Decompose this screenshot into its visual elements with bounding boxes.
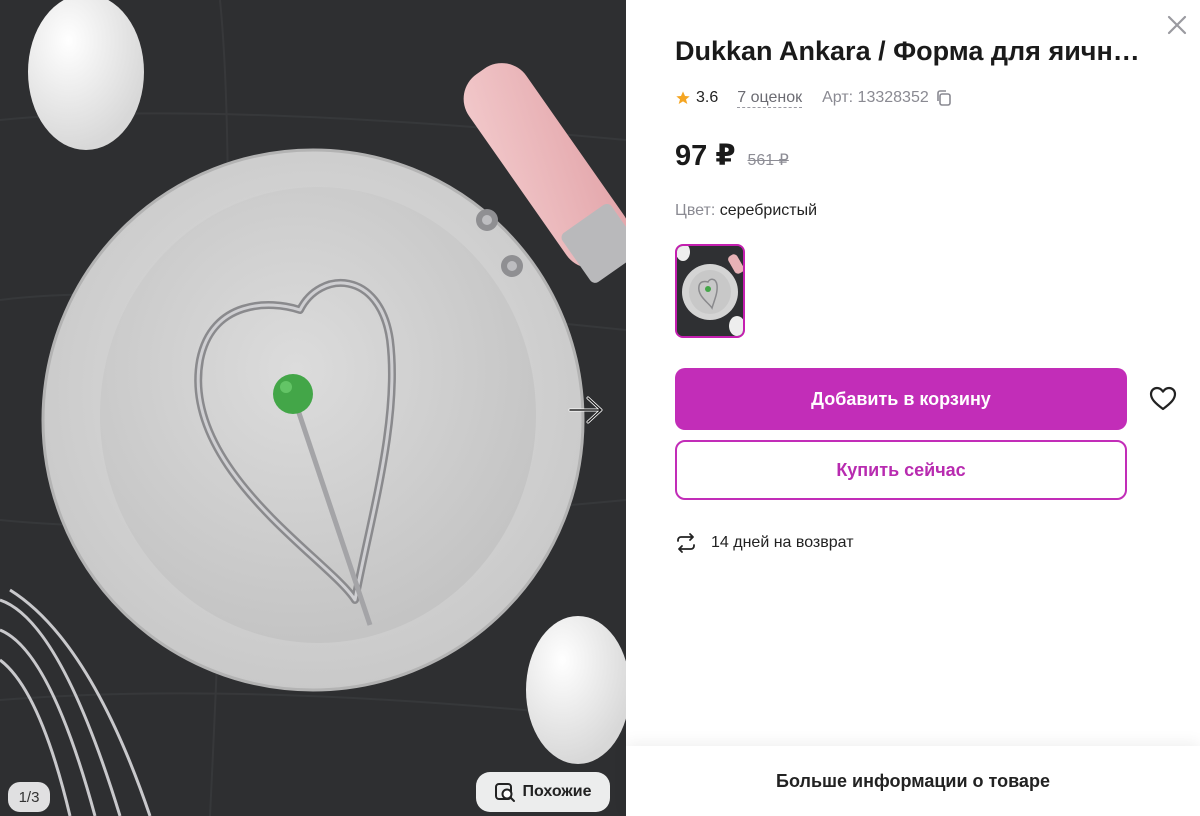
more-info-button[interactable]: Больше информации о товаре xyxy=(626,746,1200,816)
similar-button[interactable]: Похожие xyxy=(476,772,610,812)
color-label: Цвет: xyxy=(675,202,716,219)
current-price: 97 ₽ xyxy=(675,140,736,172)
article-number: Арт: 13328352 xyxy=(822,89,929,106)
return-icon xyxy=(675,532,697,554)
swatch-thumbnail xyxy=(677,246,743,336)
product-info-panel: Dukkan Ankara / Форма для яичн… 3.6 7 оц… xyxy=(626,0,1200,816)
close-button[interactable] xyxy=(1164,12,1190,38)
reviews-link[interactable]: 7 оценок xyxy=(737,89,803,108)
product-meta: 3.6 7 оценок Арт: 13328352 xyxy=(675,86,953,110)
rating-value: 3.6 xyxy=(696,89,719,106)
next-image-button[interactable] xyxy=(566,390,606,430)
heart-icon xyxy=(1149,386,1177,411)
close-icon xyxy=(1167,15,1187,35)
image-counter: 1/3 xyxy=(8,782,50,812)
old-price: 561 ₽ xyxy=(747,152,789,169)
favorite-button[interactable] xyxy=(1148,384,1178,414)
buy-now-button[interactable]: Купить сейчас xyxy=(675,440,1127,500)
image-search-icon xyxy=(495,783,516,802)
product-title: Dukkan Ankara / Форма для яичн… xyxy=(675,36,1140,66)
price-row: 97 ₽ 561 ₽ xyxy=(675,138,789,173)
return-text: 14 дней на возврат xyxy=(711,534,854,551)
add-to-cart-button[interactable]: Добавить в корзину xyxy=(675,368,1127,430)
star-icon xyxy=(675,90,691,106)
color-row: Цвет: серебристый xyxy=(675,202,817,220)
product-gallery[interactable]: 1/3 Похожие xyxy=(0,0,626,816)
product-photo xyxy=(0,0,626,816)
arrow-right-icon xyxy=(568,396,603,424)
return-policy: 14 дней на возврат xyxy=(675,532,854,554)
copy-icon[interactable] xyxy=(935,89,953,107)
color-value: серебристый xyxy=(719,202,818,219)
similar-label: Похожие xyxy=(522,783,592,800)
color-swatch-selected[interactable] xyxy=(675,244,745,338)
